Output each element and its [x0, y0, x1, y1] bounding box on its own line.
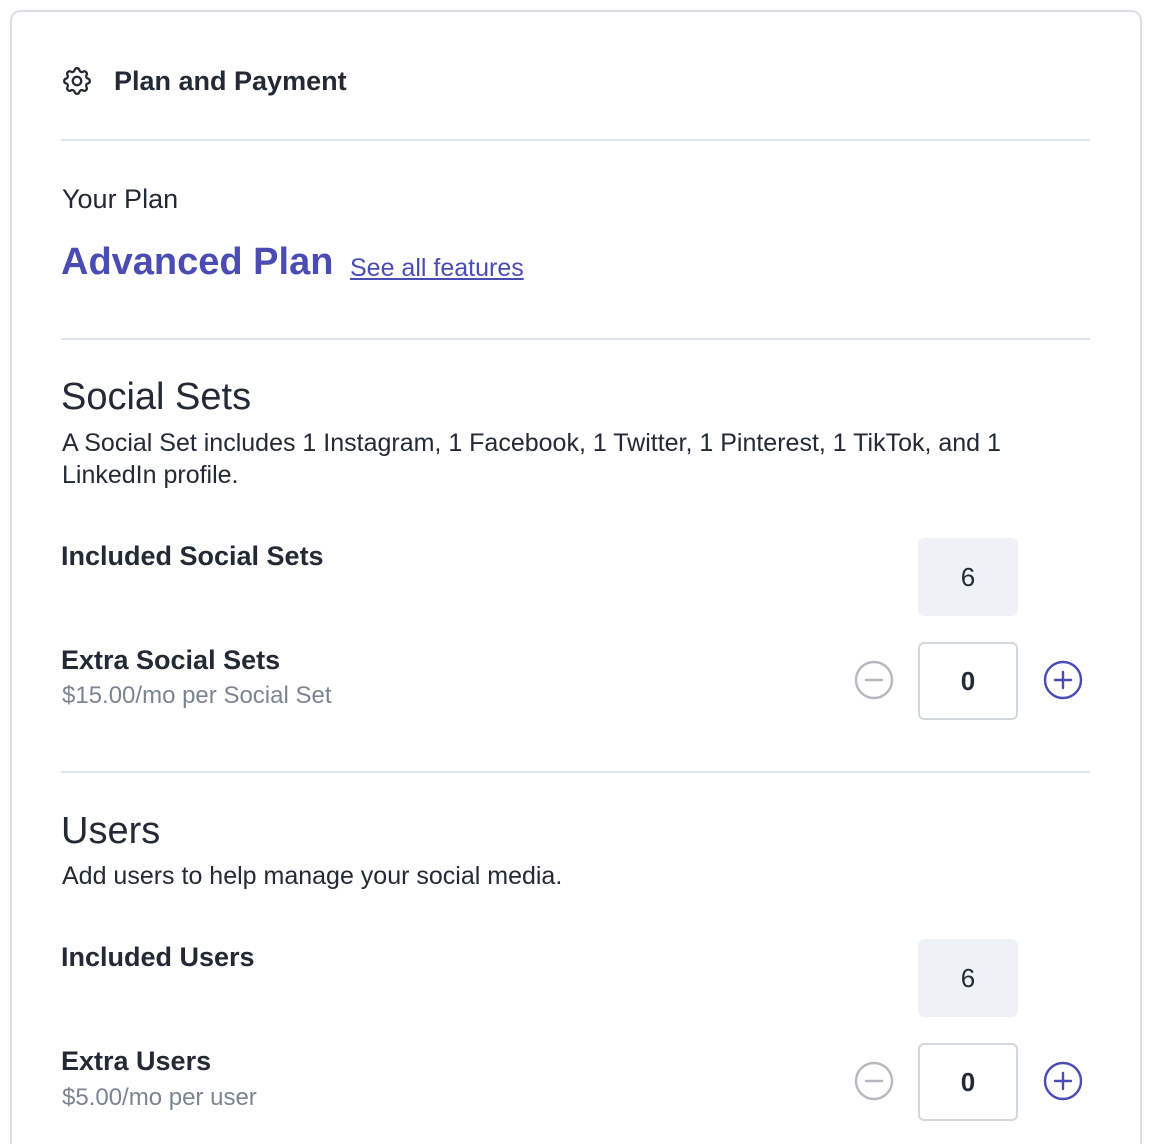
increase-social-sets-button[interactable] — [1043, 660, 1083, 700]
divider — [61, 338, 1090, 340]
divider — [61, 771, 1090, 773]
extra-social-sets-label: Extra Social Sets — [61, 645, 281, 675]
included-users-label: Included Users — [61, 942, 255, 972]
extra-users-label: Extra Users — [61, 1046, 212, 1076]
extra-users-price: $5.00/mo per user — [62, 1084, 257, 1111]
page-title: Plan and Payment — [114, 66, 347, 96]
divider — [61, 139, 1090, 141]
see-all-features-link[interactable]: See all features — [350, 254, 524, 283]
users-title: Users — [61, 810, 161, 852]
decrease-users-button[interactable] — [854, 1061, 894, 1101]
included-social-sets-label: Included Social Sets — [61, 541, 324, 571]
increase-users-button[interactable] — [1043, 1061, 1083, 1101]
users-description: Add users to help manage your social med… — [62, 862, 563, 890]
decrease-social-sets-button[interactable] — [854, 660, 894, 700]
extra-users-input[interactable] — [918, 1043, 1018, 1121]
social-sets-title: Social Sets — [61, 376, 252, 418]
gear-icon — [63, 67, 91, 95]
plan-name: Advanced Plan — [61, 241, 334, 283]
extra-social-sets-price: $15.00/mo per Social Set — [62, 682, 332, 709]
extra-social-sets-input[interactable] — [918, 642, 1018, 720]
social-sets-description: A Social Set includes 1 Instagram, 1 Fac… — [62, 429, 1001, 489]
included-users-value: 6 — [918, 939, 1018, 1017]
your-plan-label: Your Plan — [62, 184, 179, 214]
included-social-sets-value: 6 — [918, 538, 1018, 616]
